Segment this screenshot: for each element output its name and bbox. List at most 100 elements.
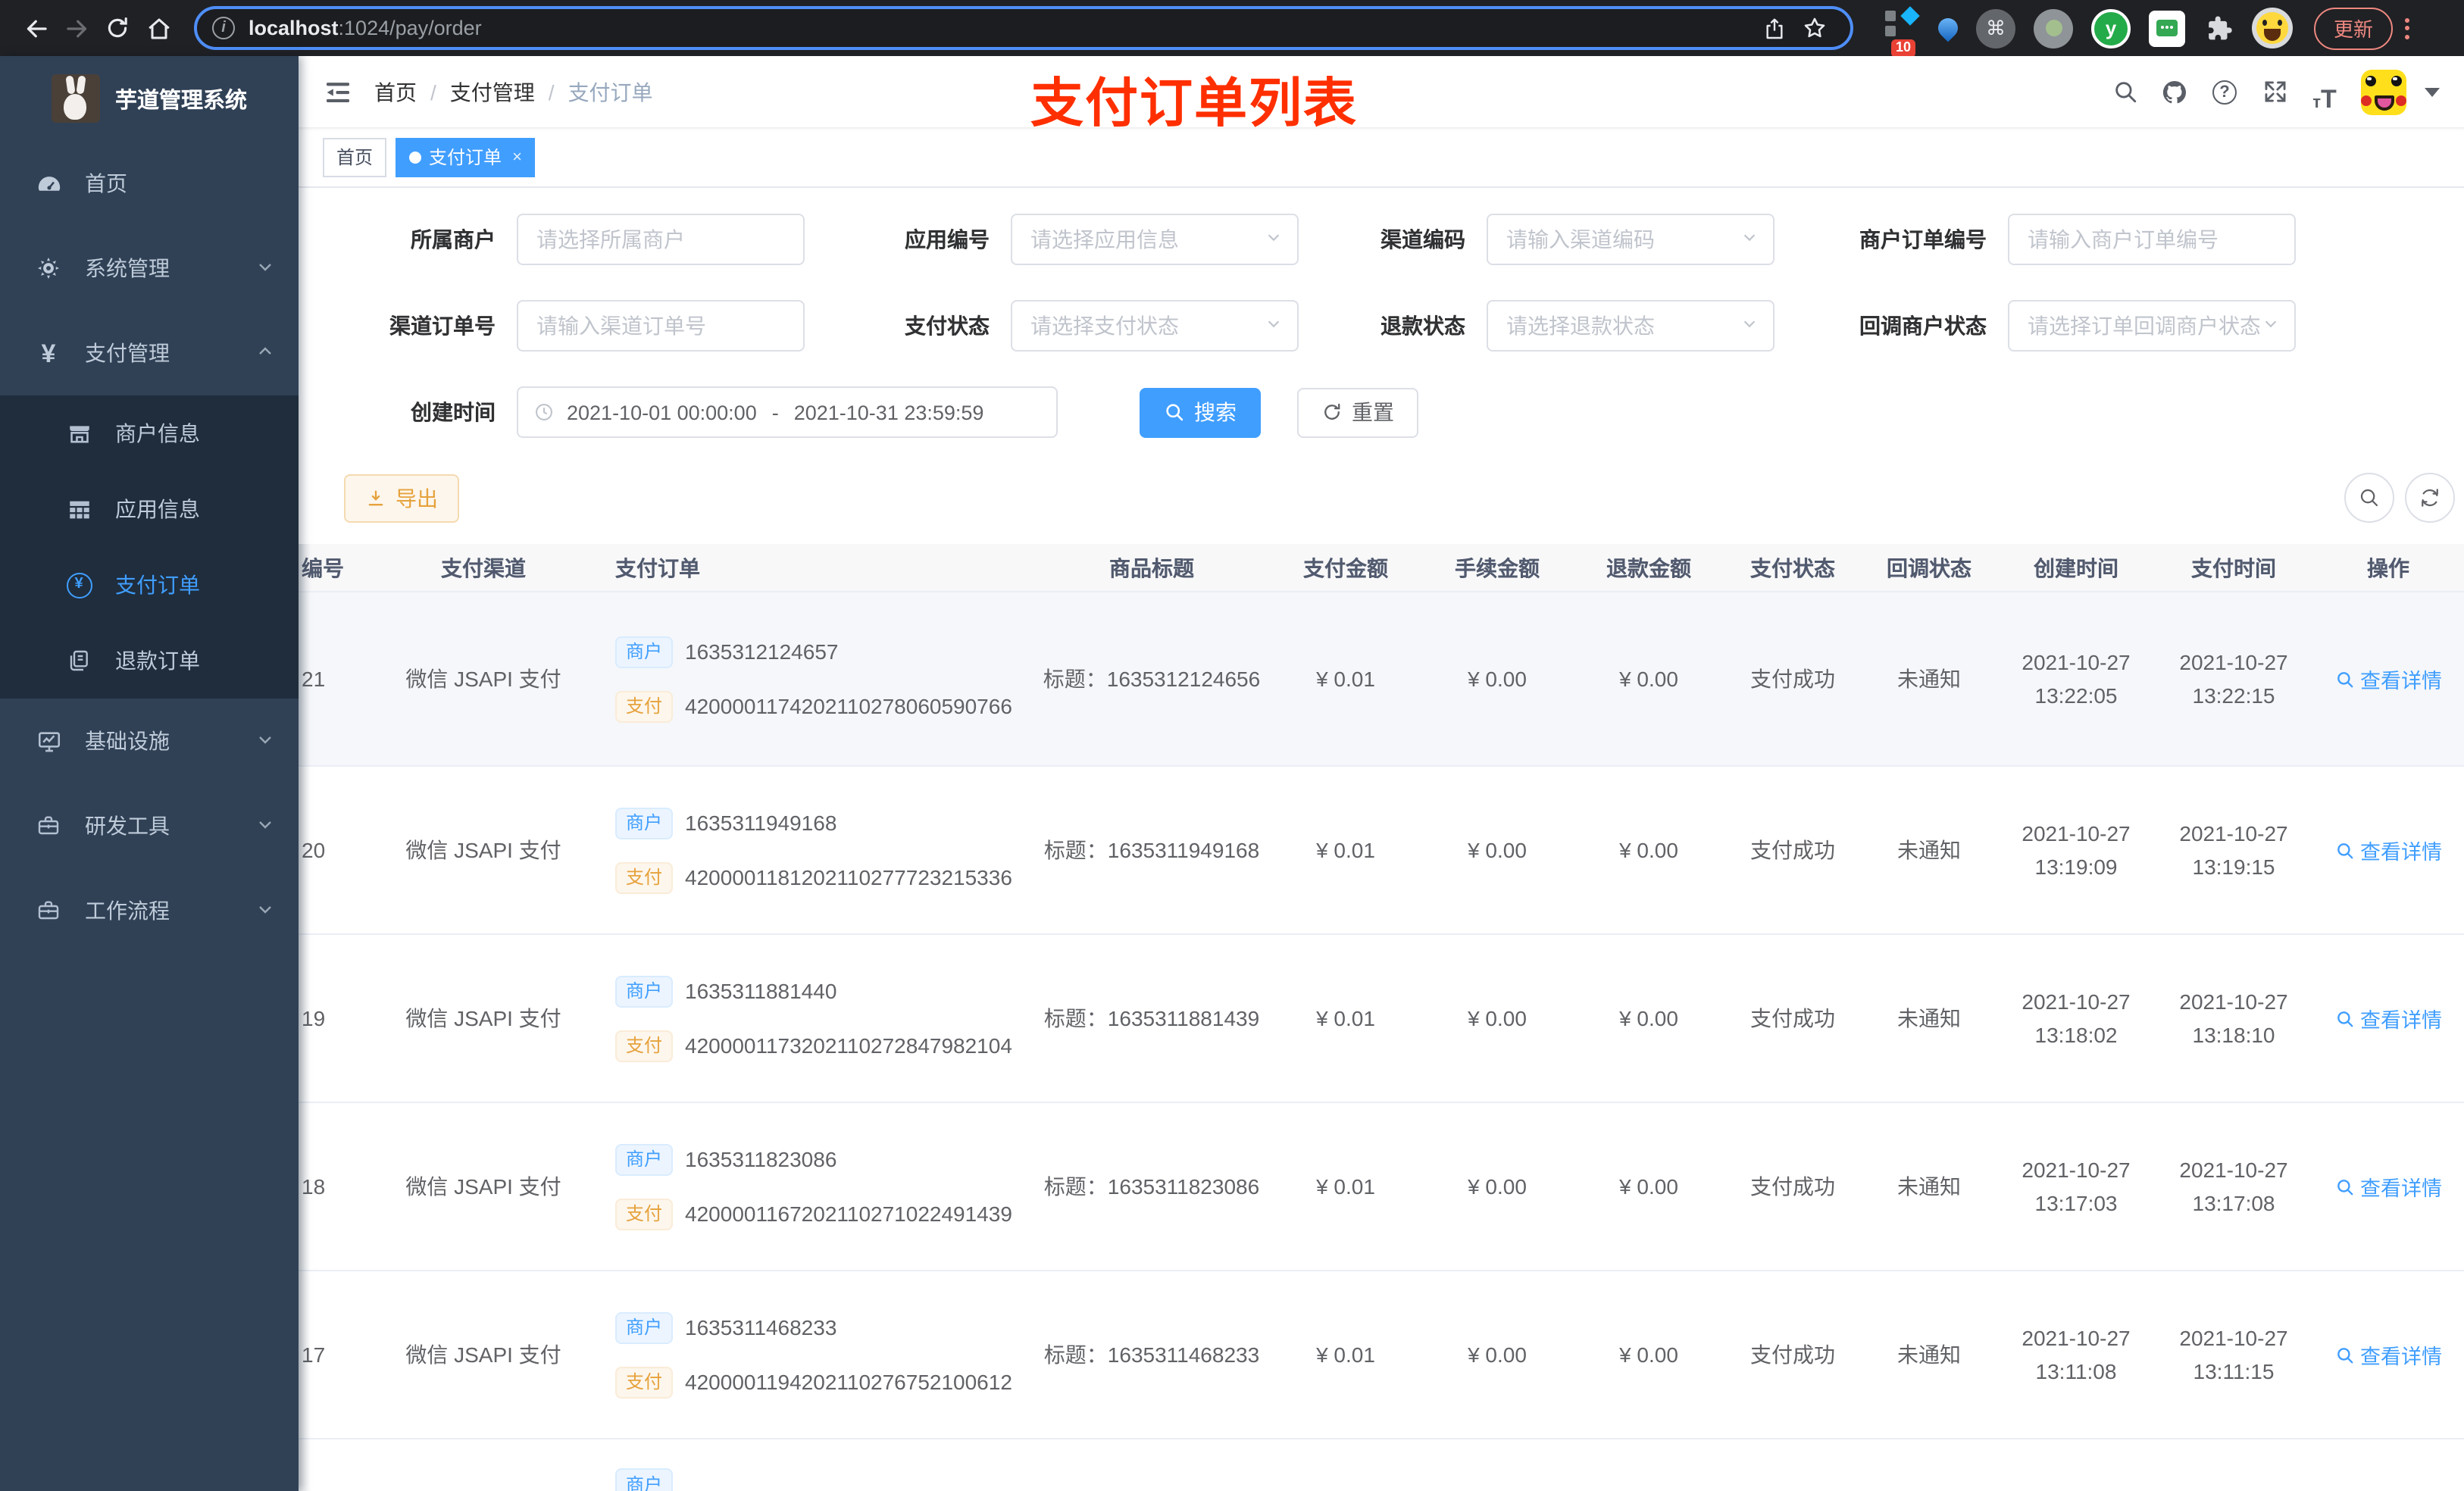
help-icon[interactable]: ? bbox=[2205, 72, 2244, 111]
view-detail-link[interactable]: 查看详情 bbox=[2312, 1171, 2464, 1202]
refund-status-input[interactable] bbox=[1503, 312, 1741, 339]
row-id: 20 bbox=[302, 838, 326, 862]
table-row: 21 微信 JSAPI 支付 商户 1635312124657 支付 4200001174… bbox=[299, 592, 2464, 767]
hide-search-button[interactable] bbox=[2344, 473, 2394, 523]
tab-pay-order[interactable]: 支付订单 × bbox=[396, 137, 536, 177]
chevron-down-icon bbox=[256, 729, 274, 753]
merchant-order-no-input[interactable] bbox=[2025, 226, 2279, 253]
table-row: 17 微信 JSAPI 支付 商户 1635311468233 支付 4200001194… bbox=[299, 1271, 2464, 1439]
sidebar-item-pay-order[interactable]: ¥ 支付订单 bbox=[0, 547, 299, 623]
sidebar-item-refund-order[interactable]: 退款订单 bbox=[0, 623, 299, 699]
merchant-input[interactable] bbox=[533, 226, 788, 253]
pay-order-cell: 商户 1635312124657 支付 42000011742021102780605… bbox=[594, 636, 1033, 722]
extension-command-icon[interactable]: ⌘ bbox=[1976, 8, 2015, 48]
export-button[interactable]: 导出 bbox=[344, 474, 459, 522]
back-icon[interactable] bbox=[15, 8, 56, 48]
update-button[interactable]: 更新 bbox=[2314, 7, 2394, 49]
merchant-order-no-field[interactable] bbox=[2008, 214, 2296, 265]
font-size-icon[interactable]: тT bbox=[2305, 72, 2344, 111]
title-cell: 标题：1635312124656 bbox=[1043, 667, 1261, 691]
tab-home[interactable]: 首页 bbox=[323, 137, 387, 177]
channel-code-select[interactable] bbox=[1487, 214, 1775, 265]
avatar-dropdown-caret-icon[interactable] bbox=[2425, 87, 2440, 96]
row-id: 17 bbox=[302, 1343, 326, 1367]
extension-record-icon[interactable] bbox=[2034, 8, 2073, 48]
forward-icon[interactable] bbox=[56, 8, 97, 48]
view-detail-link[interactable]: 查看详情 bbox=[2312, 1003, 2464, 1033]
sidebar-toggle-icon[interactable] bbox=[323, 77, 353, 107]
view-detail-link[interactable]: 查看详情 bbox=[2312, 835, 2464, 865]
filter-label: 所属商户 bbox=[411, 227, 496, 252]
sidebar-item-app-info[interactable]: 应用信息 bbox=[0, 471, 299, 547]
refresh-button[interactable] bbox=[2405, 473, 2455, 523]
site-info-icon[interactable]: i bbox=[212, 17, 235, 39]
sidebar-item-payment[interactable]: ¥ 支付管理 bbox=[0, 311, 299, 395]
sidebar-item-workflow[interactable]: 工作流程 bbox=[0, 868, 299, 953]
sidebar-item-system[interactable]: 系统管理 bbox=[0, 226, 299, 311]
breadcrumb-home[interactable]: 首页 bbox=[374, 77, 417, 107]
filter-row-2: 渠道订单号 支付状态 退款状态 bbox=[344, 299, 2464, 353]
view-detail-link[interactable]: 查看详情 bbox=[2312, 664, 2464, 694]
col-actions: 操作 bbox=[2367, 555, 2409, 580]
tabs-bar: 首页 支付订单 × bbox=[299, 127, 2464, 188]
github-icon[interactable] bbox=[2155, 72, 2194, 111]
address-bar[interactable]: i localhost:1024/pay/order bbox=[194, 6, 1853, 50]
close-icon[interactable]: × bbox=[512, 148, 522, 166]
profile-avatar[interactable] bbox=[2252, 8, 2293, 48]
extension-chat-icon[interactable] bbox=[2149, 10, 2185, 46]
refund-status-select[interactable] bbox=[1487, 300, 1775, 352]
toolbox-icon bbox=[30, 899, 67, 923]
search-button[interactable]: 搜索 bbox=[1140, 387, 1261, 437]
reload-icon[interactable] bbox=[97, 8, 138, 48]
browser-menu-icon[interactable] bbox=[2405, 17, 2410, 39]
url-text[interactable]: localhost:1024/pay/order bbox=[249, 17, 482, 39]
merchant-tag: 商户 bbox=[615, 1143, 674, 1175]
extension-y-icon[interactable]: y bbox=[2091, 8, 2131, 48]
merchant-tag: 商户 bbox=[615, 1311, 674, 1343]
sidebar-item-label: 研发工具 bbox=[85, 814, 170, 838]
filter-label: 渠道编码 bbox=[1381, 227, 1465, 252]
sidebar-item-infrastructure[interactable]: 基础设施 bbox=[0, 699, 299, 783]
home-icon[interactable] bbox=[138, 8, 179, 48]
grid-icon bbox=[61, 496, 97, 522]
pay-status-input[interactable] bbox=[1027, 312, 1265, 339]
date-range-picker[interactable]: 2021-10-01 00:00:00 - 2021-10-31 23:59:5… bbox=[517, 386, 1058, 438]
notify-status-select[interactable] bbox=[2008, 300, 2296, 352]
sidebar-item-dev-tools[interactable]: 研发工具 bbox=[0, 783, 299, 868]
pay-tag: 支付 bbox=[615, 861, 674, 893]
app-no-select[interactable] bbox=[1011, 214, 1299, 265]
sidebar-item-merchant-info[interactable]: 商户信息 bbox=[0, 395, 299, 471]
pay-status-select[interactable] bbox=[1011, 300, 1299, 352]
channel-order-no-input[interactable] bbox=[533, 312, 788, 339]
view-detail-link[interactable]: 查看详情 bbox=[2312, 1339, 2464, 1370]
app-no-input[interactable] bbox=[1027, 226, 1265, 253]
search-icon[interactable] bbox=[2105, 72, 2144, 111]
sidebar-item-label: 商户信息 bbox=[115, 421, 200, 445]
toolbox-icon bbox=[30, 814, 67, 838]
chevron-down-icon bbox=[256, 814, 274, 838]
created-time: 13:11:08 bbox=[2035, 1359, 2117, 1383]
extension-balloon-icon[interactable] bbox=[1934, 14, 1962, 42]
user-avatar[interactable] bbox=[2361, 69, 2406, 114]
fullscreen-icon[interactable] bbox=[2255, 72, 2294, 111]
top-navbar: 首页 / 支付管理 / 支付订单 支付订单列表 ? тT bbox=[299, 56, 2464, 133]
notify-status-input[interactable] bbox=[2025, 312, 2262, 339]
merchant-select[interactable] bbox=[517, 214, 805, 265]
bookmark-star-icon[interactable] bbox=[1794, 8, 1835, 48]
extensions-puzzle-icon[interactable] bbox=[2203, 13, 2234, 43]
app-logo[interactable]: 芋道管理系统 bbox=[0, 56, 299, 141]
col-paid: 支付时间 bbox=[2191, 555, 2276, 580]
share-icon[interactable] bbox=[1753, 8, 1794, 48]
table-row: 20 微信 JSAPI 支付 商户 1635311949168 支付 4200001181… bbox=[299, 767, 2464, 935]
extension-boards-icon[interactable]: 10 bbox=[1884, 5, 1920, 57]
reset-button[interactable]: 重置 bbox=[1297, 387, 1418, 437]
col-notify: 回调状态 bbox=[1887, 555, 1972, 580]
breadcrumb-payment[interactable]: 支付管理 bbox=[450, 77, 535, 107]
tab-label: 支付订单 bbox=[429, 147, 502, 168]
breadcrumb-separator: / bbox=[430, 80, 436, 104]
paid-cell: 2021-10-27 13:11:15 bbox=[2155, 1321, 2312, 1388]
sidebar-item-home[interactable]: 首页 bbox=[0, 141, 299, 226]
channel-order-no-field[interactable] bbox=[517, 300, 805, 352]
date-end: 2021-10-31 23:59:59 bbox=[793, 401, 984, 424]
channel-code-input[interactable] bbox=[1503, 226, 1741, 253]
